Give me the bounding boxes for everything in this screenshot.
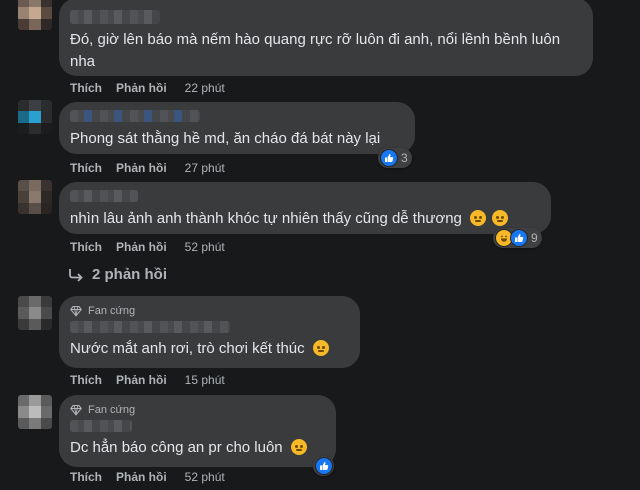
reply-arrow-icon bbox=[69, 268, 83, 282]
like-button[interactable]: Thích bbox=[70, 373, 102, 387]
reaction-count: 9 bbox=[531, 231, 538, 245]
badge-label: Fan cứng bbox=[88, 305, 136, 317]
reply-button[interactable]: Phản hồi bbox=[116, 161, 167, 175]
timestamp[interactable]: 27 phút bbox=[185, 161, 225, 175]
comment-text-body: Dc hẳn báo công an pr cho luôn bbox=[70, 439, 283, 456]
author-name[interactable] bbox=[70, 10, 160, 24]
timestamp[interactable]: 15 phút bbox=[185, 373, 225, 387]
comment-text: Phong sát thằng hề md, ăn cháo đá bát nà… bbox=[70, 130, 381, 147]
comment-text: Nước mắt anh rơi, trò chơi kết thúc bbox=[70, 338, 346, 360]
sad-face-emoji-icon bbox=[492, 210, 509, 226]
avatar[interactable] bbox=[18, 100, 52, 134]
fan-badge: Fan cứng bbox=[70, 403, 322, 417]
comment-text: nhìn lâu ảnh anh thành khóc tự nhiên thấ… bbox=[70, 208, 537, 230]
comment-actions: Thích Phản hồi 15 phút bbox=[70, 373, 225, 387]
like-reaction-icon bbox=[380, 149, 398, 167]
like-button[interactable]: Thích bbox=[70, 240, 102, 254]
reaction-summary[interactable]: 9 bbox=[493, 228, 542, 248]
comment-bubble: Phong sát thằng hề md, ăn cháo đá bát nà… bbox=[59, 102, 415, 154]
comment-bubble: nhìn lâu ảnh anh thành khóc tự nhiên thấ… bbox=[59, 182, 551, 234]
timestamp[interactable]: 52 phút bbox=[185, 240, 225, 254]
sad-face-emoji-icon bbox=[312, 340, 329, 356]
like-reaction-icon bbox=[510, 229, 528, 247]
comment-actions: Thích Phản hồi 52 phút bbox=[70, 240, 225, 254]
sad-face-emoji-icon bbox=[470, 210, 487, 226]
like-reaction-icon bbox=[315, 457, 333, 475]
reaction-summary[interactable]: 3 bbox=[378, 148, 412, 168]
comment-bubble: Đó, giờ lên báo mà nếm hào quang rực rỡ … bbox=[59, 0, 593, 76]
fan-badge: Fan cứng bbox=[70, 304, 346, 318]
comment-text-body: nhìn lâu ảnh anh thành khóc tự nhiên thấ… bbox=[70, 210, 462, 227]
comment-actions: Thích Phản hồi 27 phút bbox=[70, 161, 225, 175]
author-name[interactable] bbox=[70, 110, 200, 122]
comment-actions: Thích Phản hồi 52 phút bbox=[70, 470, 225, 484]
avatar[interactable] bbox=[18, 296, 52, 330]
avatar[interactable] bbox=[18, 395, 52, 429]
author-name[interactable] bbox=[70, 420, 132, 432]
comment-text: Dc hẳn báo công an pr cho luôn bbox=[70, 437, 322, 459]
avatar[interactable] bbox=[18, 180, 52, 214]
diamond-icon bbox=[70, 305, 82, 317]
like-button[interactable]: Thích bbox=[70, 470, 102, 484]
comment-actions: Thích Phản hồi 22 phút bbox=[70, 81, 225, 95]
timestamp[interactable]: 22 phút bbox=[185, 81, 225, 95]
badge-label: Fan cứng bbox=[88, 404, 136, 416]
reaction-count: 3 bbox=[401, 151, 408, 165]
comment-bubble: Fan cứng Dc hẳn báo công an pr cho luôn bbox=[59, 395, 336, 467]
reply-button[interactable]: Phản hồi bbox=[116, 81, 167, 95]
replies-count-label: 2 phản hồi bbox=[92, 266, 167, 283]
author-name[interactable] bbox=[70, 321, 230, 333]
diamond-icon bbox=[70, 404, 82, 416]
avatar[interactable] bbox=[18, 0, 52, 30]
reply-button[interactable]: Phản hồi bbox=[116, 373, 167, 387]
timestamp[interactable]: 52 phút bbox=[185, 470, 225, 484]
reply-button[interactable]: Phản hồi bbox=[116, 240, 167, 254]
comment-text: Đó, giờ lên báo mà nếm hào quang rực rỡ … bbox=[70, 31, 561, 70]
like-button[interactable]: Thích bbox=[70, 81, 102, 95]
like-button[interactable]: Thích bbox=[70, 161, 102, 175]
view-replies-link[interactable]: 2 phản hồi bbox=[68, 266, 167, 283]
author-name[interactable] bbox=[70, 190, 138, 202]
reaction-summary[interactable] bbox=[313, 456, 334, 476]
comment-bubble: Fan cứng Nước mắt anh rơi, trò chơi kết … bbox=[59, 296, 360, 368]
reply-button[interactable]: Phản hồi bbox=[116, 470, 167, 484]
comment-text-body: Nước mắt anh rơi, trò chơi kết thúc bbox=[70, 340, 305, 357]
laughing-face-emoji-icon bbox=[290, 439, 307, 455]
